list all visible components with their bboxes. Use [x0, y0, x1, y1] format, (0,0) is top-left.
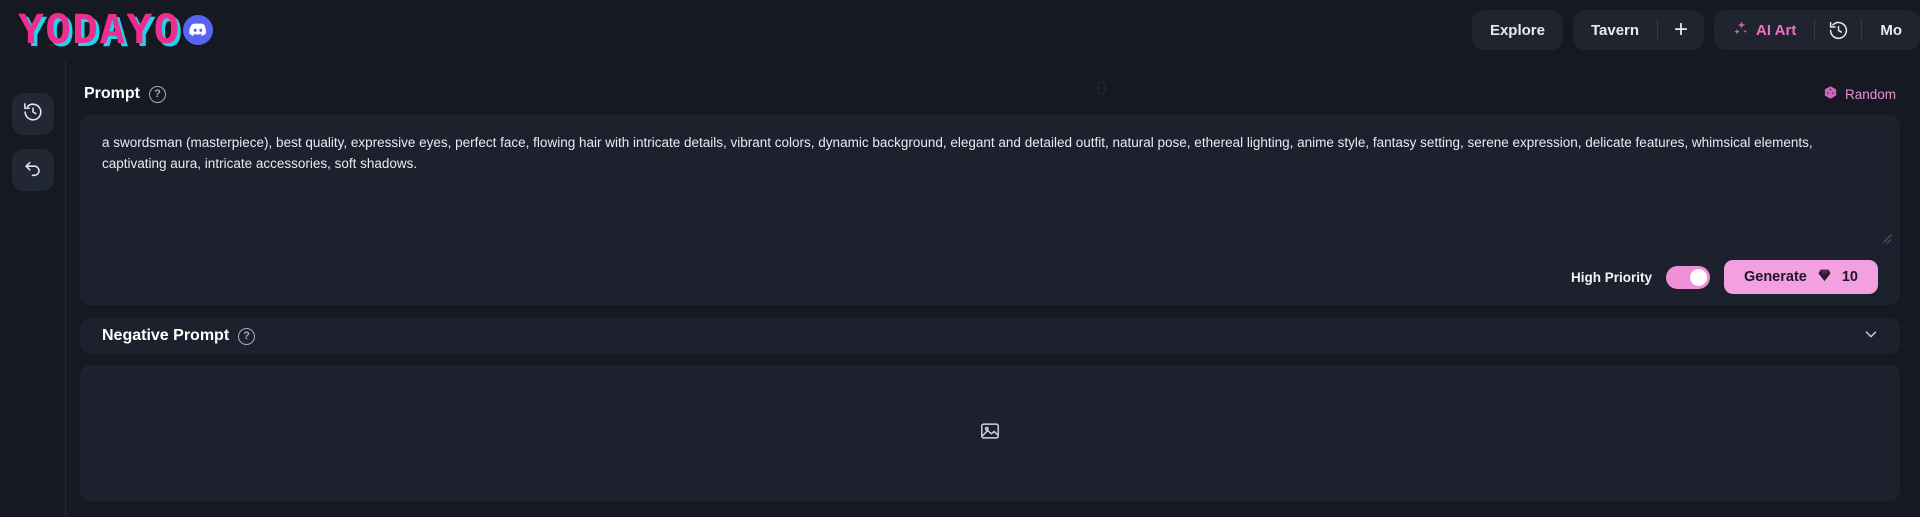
- high-priority-label: High Priority: [1570, 269, 1652, 285]
- main-content: 0 Prompt ? Random a swordsman (masterpie…: [66, 60, 1920, 517]
- sparkles-icon: [1732, 20, 1749, 41]
- nav-tavern-label: Tavern: [1590, 21, 1640, 39]
- prompt-input[interactable]: a swordsman (masterpiece), best quality,…: [102, 133, 1878, 175]
- prompt-help-icon[interactable]: ?: [149, 85, 166, 103]
- undo-icon: [22, 157, 44, 184]
- nav-explore-label: Explore: [1489, 21, 1545, 39]
- nav-models-label: Mo: [1880, 21, 1902, 39]
- history-icon[interactable]: [1815, 10, 1861, 50]
- generate-cost: 10: [1841, 269, 1858, 285]
- negative-prompt-help-icon[interactable]: ?: [238, 327, 256, 345]
- left-rail: [0, 60, 66, 517]
- page-title: Prompt: [84, 85, 140, 102]
- ghost-counter: 0: [1096, 78, 1108, 100]
- high-priority-toggle[interactable]: [1665, 265, 1710, 289]
- nav-tavern-button[interactable]: Tavern: [1573, 10, 1657, 50]
- prompt-actions: High Priority Generate 10: [80, 249, 1900, 305]
- image-preview-area[interactable]: [80, 365, 1900, 501]
- nav-models-button[interactable]: Mo: [1862, 10, 1920, 50]
- yodayo-logo[interactable]: YODAYO: [18, 10, 181, 50]
- brand[interactable]: YODAYO: [18, 10, 213, 50]
- prompt-textarea-wrap[interactable]: a swordsman (masterpiece), best quality,…: [80, 115, 1900, 249]
- negative-prompt-row[interactable]: Negative Prompt ?: [80, 318, 1900, 354]
- plus-icon[interactable]: +: [1658, 10, 1704, 50]
- nav-ai-art-label: AI Art: [1756, 21, 1797, 39]
- generate-button[interactable]: Generate 10: [1723, 260, 1878, 294]
- chevron-down-icon[interactable]: [1862, 325, 1880, 348]
- app-header: YODAYO Explore Tavern + AI Art Mo: [0, 0, 1920, 60]
- toggle-knob: [1689, 268, 1707, 286]
- history-icon: [22, 101, 44, 128]
- explore-pill: Explore: [1471, 10, 1563, 50]
- generate-label: Generate: [1743, 269, 1807, 285]
- aiart-pill: AI Art Mo: [1714, 10, 1920, 50]
- rail-undo-button[interactable]: [11, 149, 54, 191]
- rail-history-button[interactable]: [11, 93, 54, 135]
- gem-icon: [1816, 267, 1833, 288]
- nav-ai-art-button[interactable]: AI Art: [1714, 10, 1814, 50]
- prompt-header: Prompt ? Random: [84, 85, 1896, 103]
- header-nav: Explore Tavern + AI Art Mo: [1471, 0, 1920, 60]
- discord-icon[interactable]: [182, 15, 213, 45]
- dice-icon: [1823, 85, 1838, 103]
- random-prompt-button[interactable]: Random: [1823, 85, 1896, 103]
- image-placeholder-icon: [979, 420, 1001, 447]
- prompt-panel: a swordsman (masterpiece), best quality,…: [80, 115, 1900, 305]
- nav-explore-button[interactable]: Explore: [1472, 10, 1563, 50]
- random-label: Random: [1844, 86, 1896, 102]
- plus-glyph: +: [1674, 16, 1689, 43]
- tavern-pill: Tavern +: [1572, 10, 1705, 50]
- textarea-resize-handle[interactable]: [1883, 232, 1893, 242]
- negative-prompt-title: Negative Prompt: [102, 327, 230, 344]
